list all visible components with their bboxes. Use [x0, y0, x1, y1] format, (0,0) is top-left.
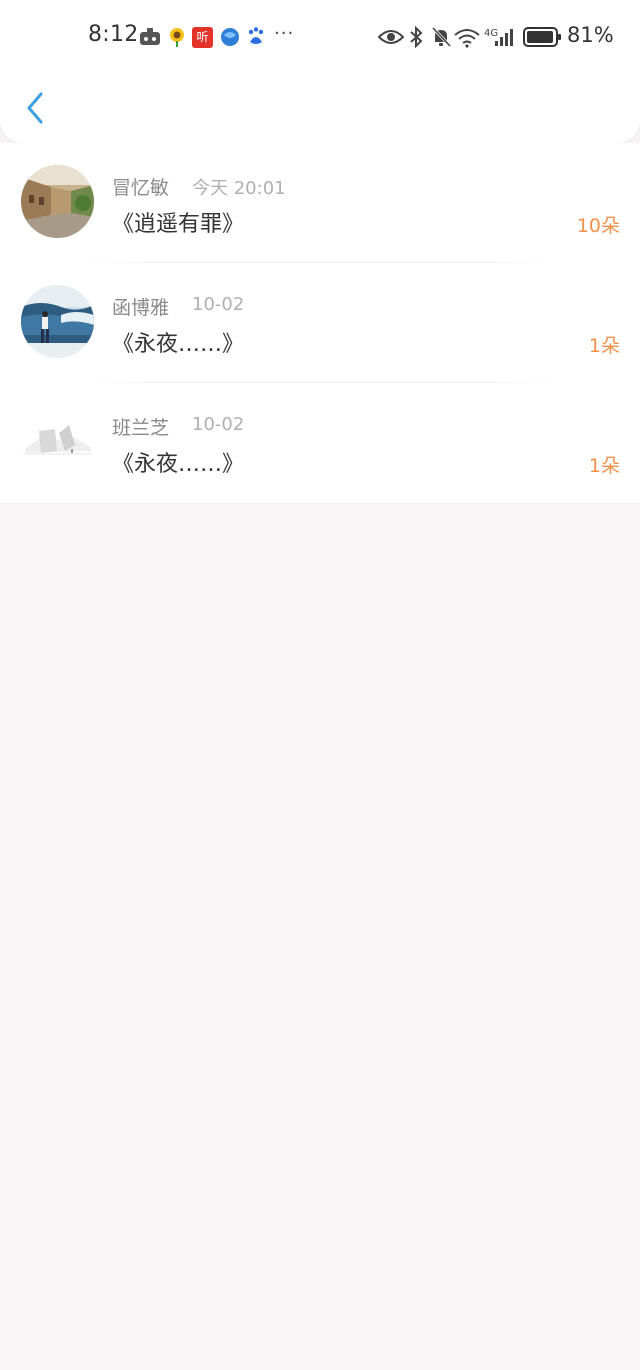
sender-name: 班兰芝 — [112, 417, 170, 439]
book-title: 《永夜……》 — [112, 332, 245, 357]
sent-time: 今天 20:01 — [192, 178, 286, 199]
book-title: 《永夜……》 — [112, 452, 245, 477]
status-time: 8:12 — [88, 22, 139, 47]
sent-time: 10-02 — [192, 294, 245, 315]
sunflower-app-icon — [167, 26, 187, 48]
browser-app-icon — [220, 26, 240, 48]
sent-time: 10-02 — [192, 414, 245, 435]
book-title: 《逍遥有罪》 — [112, 212, 245, 237]
list-item[interactable]: 班兰芝 10-02 《永夜……》 1朵 — [0, 383, 640, 503]
game-controller-icon — [138, 26, 162, 48]
signal-bars-icon — [494, 26, 516, 48]
baidu-paw-icon — [246, 26, 266, 48]
battery-percent: 81% — [567, 23, 614, 47]
bluetooth-icon — [408, 26, 424, 48]
flower-count: 10朵 — [576, 215, 620, 237]
list-item[interactable]: 函博雅 10-02 《永夜……》 1朵 — [0, 263, 640, 383]
eye-icon — [378, 26, 404, 48]
list-item[interactable]: 冒忆敏 今天 20:01 《逍遥有罪》 10朵 — [0, 143, 640, 263]
avatar[interactable] — [21, 405, 94, 478]
mute-bell-icon — [430, 26, 452, 48]
avatar[interactable] — [21, 285, 94, 358]
back-button[interactable] — [20, 88, 50, 128]
flower-count: 1朵 — [588, 455, 620, 477]
status-bar: 8:12 听 ··· 4G 81% — [0, 0, 640, 76]
sender-name: 冒忆敏 — [112, 177, 170, 199]
more-notifications-icon: ··· — [274, 22, 295, 44]
flower-count: 1朵 — [588, 335, 620, 357]
ting-app-icon: 听 — [192, 26, 213, 48]
top-header: 8:12 听 ··· 4G 81% — [0, 0, 640, 143]
battery-icon — [523, 26, 563, 48]
sender-name: 函博雅 — [112, 297, 170, 319]
avatar[interactable] — [21, 165, 94, 238]
wifi-icon — [453, 26, 481, 48]
gift-record-list: 冒忆敏 今天 20:01 《逍遥有罪》 10朵 函博雅 10-02 《永夜……》… — [0, 143, 640, 504]
chevron-left-icon — [27, 92, 43, 124]
